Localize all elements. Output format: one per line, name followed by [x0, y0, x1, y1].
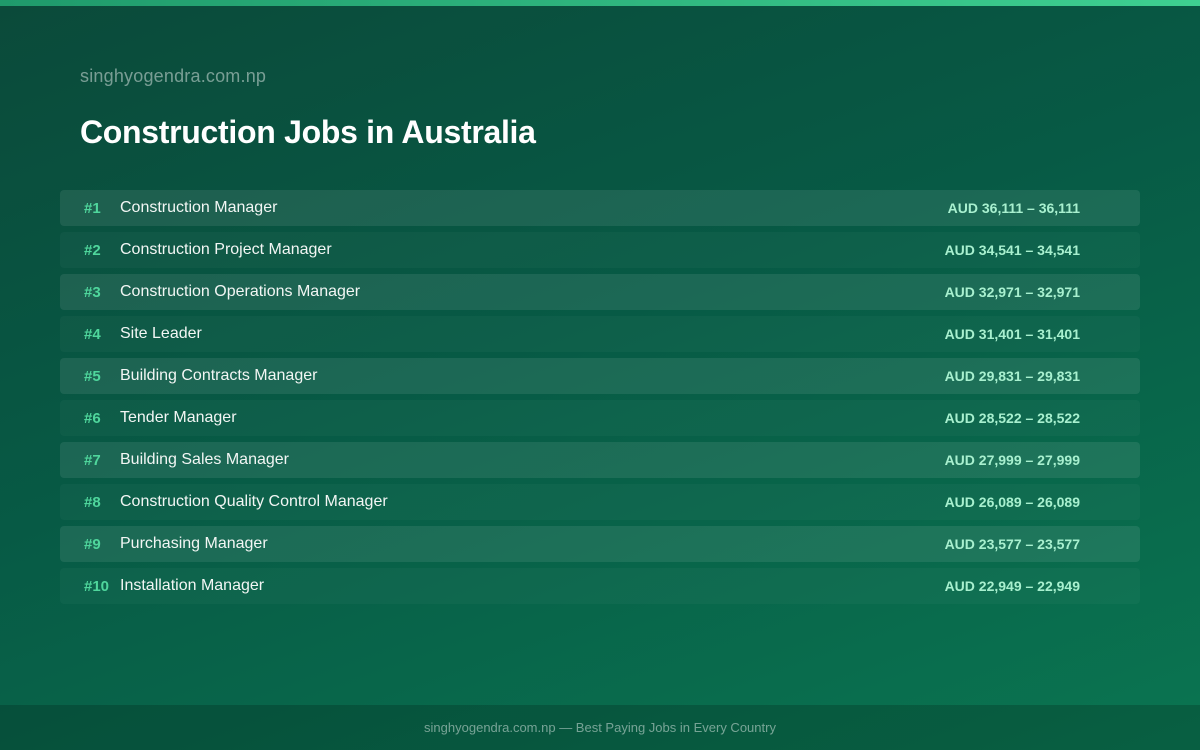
job-row: #1 Construction Manager AUD 36,111 – 36,… — [60, 190, 1140, 226]
job-rank: #7 — [84, 451, 101, 469]
job-salary: AUD 32,971 – 32,971 — [944, 284, 1080, 300]
job-salary: AUD 29,831 – 29,831 — [944, 368, 1080, 384]
job-rank: #1 — [84, 199, 101, 217]
job-rank: #2 — [84, 241, 101, 259]
job-title: Installation Manager — [120, 577, 265, 594]
job-row: #6 Tender Manager AUD 28,522 – 28,522 — [60, 400, 1140, 436]
job-title: Building Contracts Manager — [120, 367, 318, 384]
job-title: Tender Manager — [120, 409, 237, 426]
job-title: Construction Manager — [120, 199, 278, 216]
job-title: Construction Operations Manager — [120, 283, 361, 300]
job-title: Building Sales Manager — [120, 451, 289, 468]
page-title: Construction Jobs in Australia — [80, 114, 536, 150]
job-salary: AUD 26,089 – 26,089 — [944, 494, 1080, 510]
job-rank: #4 — [84, 325, 101, 343]
job-rank: #5 — [84, 367, 101, 385]
job-row: #7 Building Sales Manager AUD 27,999 – 2… — [60, 442, 1140, 478]
job-rank: #6 — [84, 409, 101, 427]
job-salary: AUD 27,999 – 27,999 — [944, 452, 1080, 468]
footer-text: singhyogendra.com.np — Best Paying Jobs … — [424, 720, 776, 735]
job-row: #4 Site Leader AUD 31,401 – 31,401 — [60, 316, 1140, 352]
job-title: Purchasing Manager — [120, 535, 268, 552]
top-accent-bar — [0, 0, 1200, 6]
job-row: #9 Purchasing Manager AUD 23,577 – 23,57… — [60, 526, 1140, 562]
job-title: Site Leader — [120, 325, 202, 342]
job-rank: #3 — [84, 283, 101, 301]
job-rank: #10 — [84, 577, 110, 595]
footer: singhyogendra.com.np — Best Paying Jobs … — [0, 705, 1200, 750]
job-list: #1 Construction Manager AUD 36,111 – 36,… — [60, 190, 1140, 610]
job-salary: AUD 22,949 – 22,949 — [944, 578, 1080, 594]
job-salary: AUD 34,541 – 34,541 — [944, 242, 1080, 258]
job-salary: AUD 36,111 – 36,111 — [947, 200, 1080, 216]
job-row: #10 Installation Manager AUD 22,949 – 22… — [60, 568, 1140, 604]
job-salary: AUD 23,577 – 23,577 — [944, 536, 1080, 552]
job-title: Construction Quality Control Manager — [120, 493, 388, 510]
job-rank: #8 — [84, 493, 101, 511]
job-row: #2 Construction Project Manager AUD 34,5… — [60, 232, 1140, 268]
job-row: #5 Building Contracts Manager AUD 29,831… — [60, 358, 1140, 394]
site-name: singhyogendra.com.np — [80, 66, 267, 86]
job-salary: AUD 31,401 – 31,401 — [944, 326, 1080, 342]
job-row: #8 Construction Quality Control Manager … — [60, 484, 1140, 520]
job-row: #3 Construction Operations Manager AUD 3… — [60, 274, 1140, 310]
job-rank: #9 — [84, 535, 101, 553]
job-salary: AUD 28,522 – 28,522 — [944, 410, 1080, 426]
job-title: Construction Project Manager — [120, 241, 332, 258]
